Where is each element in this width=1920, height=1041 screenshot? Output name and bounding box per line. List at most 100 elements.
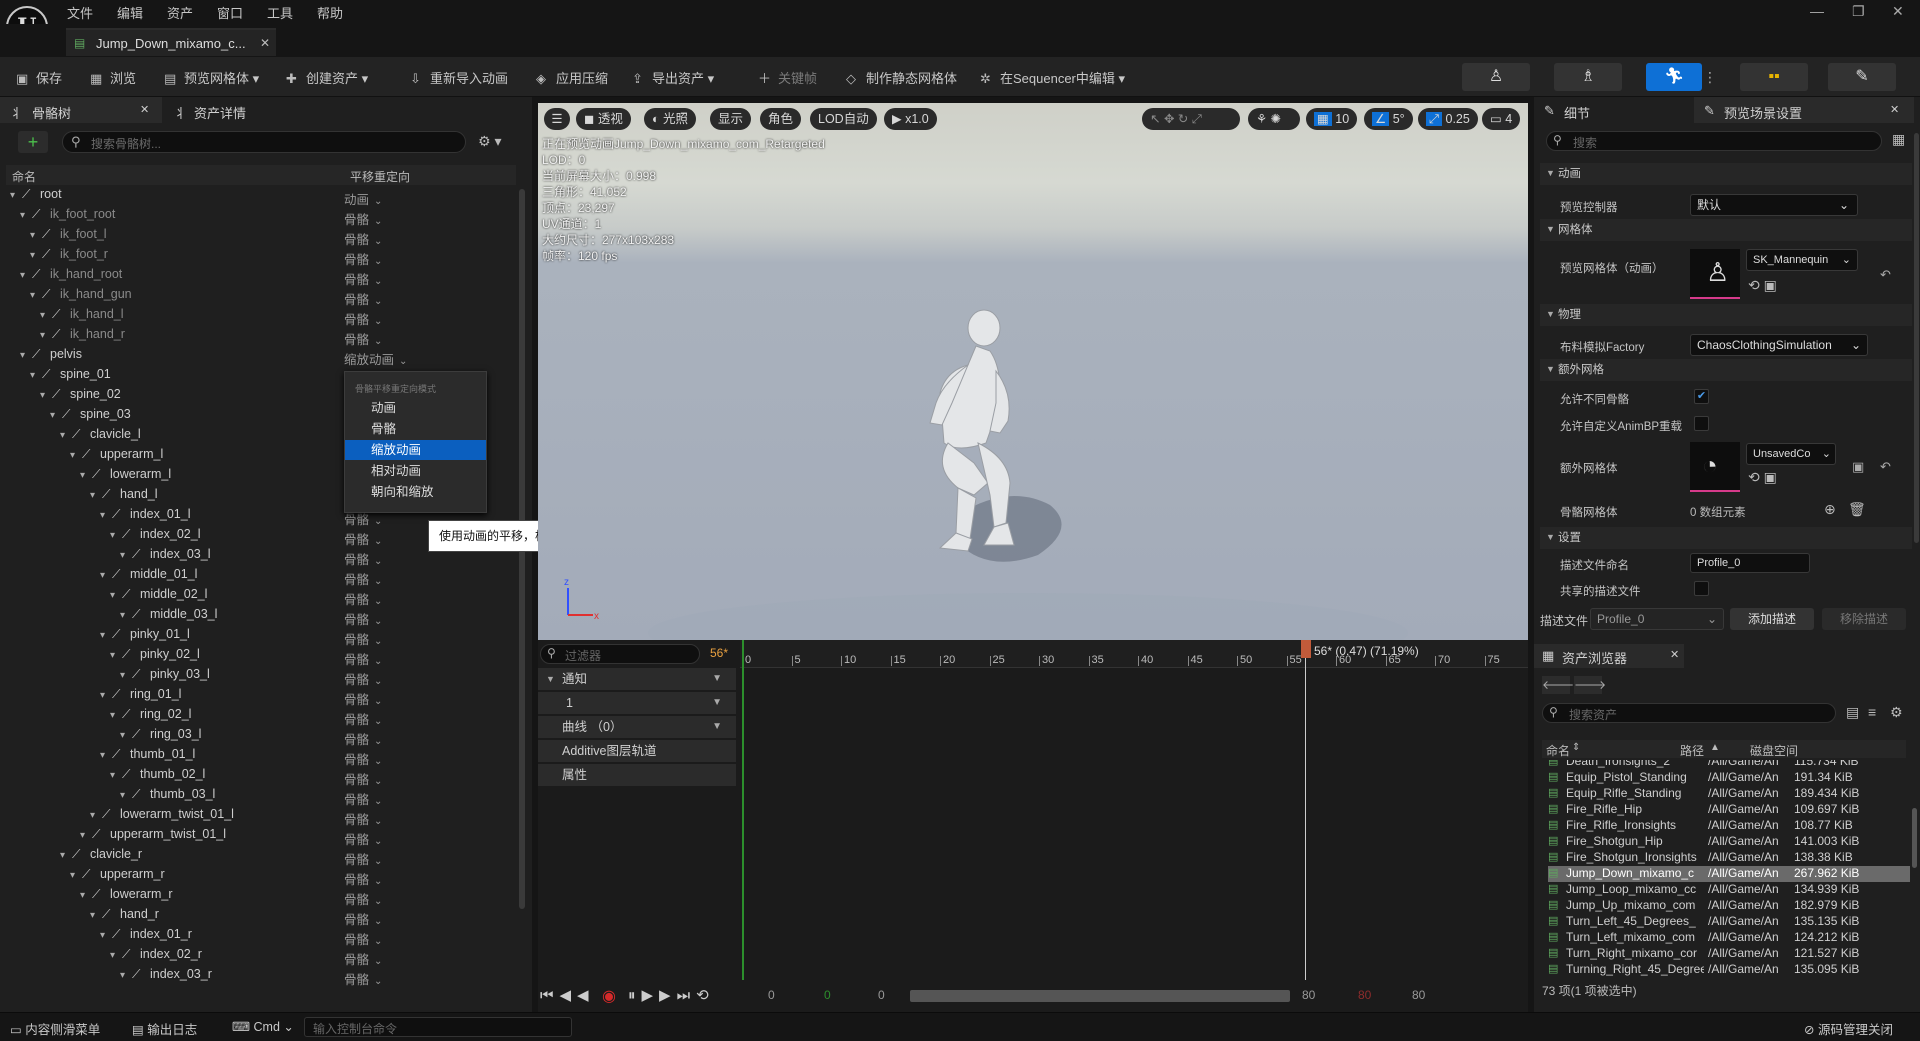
expand-arrow-icon[interactable]: ▾ <box>120 550 132 561</box>
character-button[interactable]: 角色 <box>760 108 802 130</box>
bone-row[interactable]: ▾ ⟋ index_03_l <box>10 547 210 567</box>
bone-row[interactable]: ▾ ⟋ thumb_01_l <box>10 747 195 767</box>
retarget-mode-dropdown[interactable]: 缩放动画 ⌄ <box>344 349 407 368</box>
bone-row[interactable]: ▾ ⟋ upperarm_l <box>10 447 163 467</box>
perspective-button[interactable]: ◼ 透视 <box>576 108 631 130</box>
retarget-mode-dropdown[interactable]: 骨骼 ⌄ <box>344 749 382 768</box>
expand-arrow-icon[interactable]: ▾ <box>80 890 92 901</box>
menu-tools[interactable]: 工具 <box>267 3 293 22</box>
profile-name-input[interactable]: Profile_0 <box>1690 553 1810 573</box>
console-input[interactable]: 输入控制台命令 <box>304 1017 572 1037</box>
retarget-mode-dropdown[interactable]: 骨骼 ⌄ <box>344 249 382 268</box>
details-scrollbar[interactable] <box>1914 133 1919 543</box>
menu-window[interactable]: 窗口 <box>217 3 243 22</box>
forward-arrow-icon[interactable]: 🡒 <box>1574 676 1606 694</box>
range-mid[interactable]: 0 <box>878 988 885 1002</box>
asset-row[interactable]: ▤ Jump_Up_mixamo_com/All/Game/An 182.979 K… <box>1548 898 1910 914</box>
save-button[interactable]: ▣ 保存 <box>16 68 62 87</box>
minimize-icon[interactable]: — <box>1810 3 1824 19</box>
preview-mesh-dropdown[interactable]: SK_Mannequin ⌄ <box>1746 249 1858 271</box>
browse-button[interactable]: ▦ 浏览 <box>90 68 136 87</box>
bone-row[interactable]: ▾ ⟋ index_01_r <box>10 927 192 947</box>
asset-row[interactable]: ▤ Jump_Down_mixamo_c/All/Game/An 267.962 K… <box>1548 866 1910 882</box>
bone-row[interactable]: ▾ ⟋ ik_hand_l <box>10 307 124 327</box>
rotation-snap-button[interactable]: ∠ 5° <box>1364 108 1413 130</box>
expand-arrow-icon[interactable]: ▾ <box>90 490 102 501</box>
bone-row[interactable]: ▾ ⟋ upperarm_r <box>10 867 165 887</box>
skeleton-mode-button[interactable]: ♙ <box>1462 63 1530 91</box>
filter-icon[interactable]: ≡ <box>1868 704 1876 720</box>
skeleton-tree-tab[interactable]: ⺦ 骨骼树 ✕ <box>0 97 162 123</box>
expand-arrow-icon[interactable]: ▾ <box>100 930 112 941</box>
show-button[interactable]: 显示 <box>710 108 752 130</box>
bone-row[interactable]: ▾ ⟋ index_01_l <box>10 507 190 527</box>
bone-row[interactable]: ▾ ⟋ ik_foot_r <box>10 247 108 267</box>
range-end[interactable]: 80 <box>1302 988 1315 1002</box>
shared-profile-checkbox[interactable] <box>1694 581 1709 596</box>
asset-row[interactable]: ▤ Turn_Right_mixamo_cor/All/Game/An 121.52… <box>1548 946 1910 962</box>
bone-row[interactable]: ▾ ⟋ index_02_l <box>10 527 200 547</box>
expand-arrow-icon[interactable]: ▾ <box>120 790 132 801</box>
bone-row[interactable]: ▾ ⟋ ik_hand_r <box>10 327 125 347</box>
maximize-icon[interactable]: ❐ <box>1852 3 1865 20</box>
trash-icon[interactable]: 🗑︎ <box>1848 501 1866 518</box>
section-extra-mesh[interactable]: 额外网格 <box>1540 359 1912 381</box>
bone-row[interactable]: ▾ ⟋ index_03_r <box>10 967 212 987</box>
view-options[interactable]: ⚘ ✺ <box>1248 108 1300 130</box>
allow-custom-animbp-checkbox[interactable] <box>1694 416 1709 431</box>
document-tab[interactable]: ▤ Jump_Down_mixamo_c... ✕ <box>66 28 276 56</box>
use-selected-icon[interactable]: ⟲ ▣ <box>1748 469 1777 486</box>
save-icon[interactable]: ▣ <box>1852 459 1864 475</box>
reset-arrow-icon[interactable]: ↶ <box>1880 459 1891 475</box>
expand-arrow-icon[interactable]: ▾ <box>30 290 42 301</box>
asset-row[interactable]: ▤ Turning_Right_45_Degrees/All/Game/An 135… <box>1548 962 1910 977</box>
retarget-mode-dropdown[interactable]: 骨骼 ⌄ <box>344 969 382 988</box>
reset-arrow-icon[interactable]: ↶ <box>1880 267 1891 283</box>
expand-arrow-icon[interactable]: ▾ <box>100 690 112 701</box>
use-selected-icon[interactable]: ⟲ ▣ <box>1748 277 1777 294</box>
add-profile-button[interactable]: 添加描述 <box>1730 608 1814 630</box>
retarget-mode-dropdown[interactable]: 骨骼 ⌄ <box>344 909 382 928</box>
bone-row[interactable]: ▾ ⟋ spine_03 <box>10 407 131 427</box>
add-element-icon[interactable]: ⊕ <box>1824 501 1836 518</box>
retarget-mode-dropdown[interactable]: 骨骼 ⌄ <box>344 849 382 868</box>
menu-option[interactable]: 缩放动画 <box>345 440 486 460</box>
reimport-button[interactable]: ⇩ 重新导入动画 <box>410 68 508 87</box>
make-static-mesh-button[interactable]: ◇ 制作静态网格体 <box>846 68 957 87</box>
bone-row[interactable]: ▾ ⟋ clavicle_r <box>10 847 142 867</box>
filter-input[interactable]: ⚲ 过滤器 <box>540 644 700 664</box>
bone-row[interactable]: ▾ ⟋ hand_l <box>10 487 158 507</box>
settings-gear-icon[interactable]: ⚙ <box>1890 704 1903 721</box>
retarget-mode-dropdown[interactable]: 骨骼 ⌄ <box>344 709 382 728</box>
expand-arrow-icon[interactable]: ▾ <box>110 950 122 961</box>
timeline-track[interactable]: 通知 ▼ ▼ <box>538 668 736 690</box>
asset-row[interactable]: ▤ Fire_Rifle_Hip/All/Game/An 109.697 KiB <box>1548 802 1910 818</box>
expand-arrow-icon[interactable]: ▾ <box>100 630 112 641</box>
asset-row[interactable]: ▤ Equip_Pistol_Standing/All/Game/An 191.34… <box>1548 770 1910 786</box>
grid-snap-button[interactable]: ▦ 10 <box>1306 108 1358 130</box>
expand-arrow-icon[interactable]: ▾ <box>90 910 102 921</box>
bone-row[interactable]: ▾ ⟋ root <box>10 187 62 207</box>
section-animation[interactable]: 动画 <box>1540 163 1912 185</box>
retarget-mode-dropdown[interactable]: 骨骼 ⌄ <box>344 929 382 948</box>
expand-arrow-icon[interactable]: ▾ <box>20 270 32 281</box>
more-options-icon[interactable]: ⋮ <box>1703 69 1717 86</box>
playback-speed-button[interactable]: ▶ x1.0 <box>884 108 937 130</box>
details-search-input[interactable]: ⚲ 搜索 <box>1546 131 1882 151</box>
bone-row[interactable]: ▾ ⟋ hand_r <box>10 907 159 927</box>
table-view-icon[interactable]: ▦ <box>1892 131 1905 148</box>
retarget-mode-dropdown[interactable]: 骨骼 ⌄ <box>344 529 382 548</box>
timeline-track[interactable]: Additive图层轨道 <box>538 740 736 762</box>
settings-gear-icon[interactable]: ⚙ ▾ <box>478 133 501 150</box>
collapse-arrow-icon[interactable]: ▼ <box>546 668 555 690</box>
bone-row[interactable]: ▾ ⟋ ik_foot_root <box>10 207 115 227</box>
record-icon[interactable]: ◉ <box>602 986 616 1006</box>
menu-edit[interactable]: 编辑 <box>117 3 143 22</box>
extra-mesh-thumbnail[interactable]: ◔ <box>1690 442 1740 492</box>
bone-row[interactable]: ▾ ⟋ thumb_03_l <box>10 787 215 807</box>
expand-arrow-icon[interactable]: ▾ <box>110 650 122 661</box>
timeline-scroll[interactable] <box>910 990 1290 1002</box>
expand-arrow-icon[interactable]: ▾ <box>80 470 92 481</box>
section-physics[interactable]: 物理 <box>1540 304 1912 326</box>
viewport[interactable]: x z ☰ ◼ 透视 ◐ 光照 显示 角色 LOD自动 ▶ x1.0 ↖ ✥ ↻… <box>538 103 1528 640</box>
